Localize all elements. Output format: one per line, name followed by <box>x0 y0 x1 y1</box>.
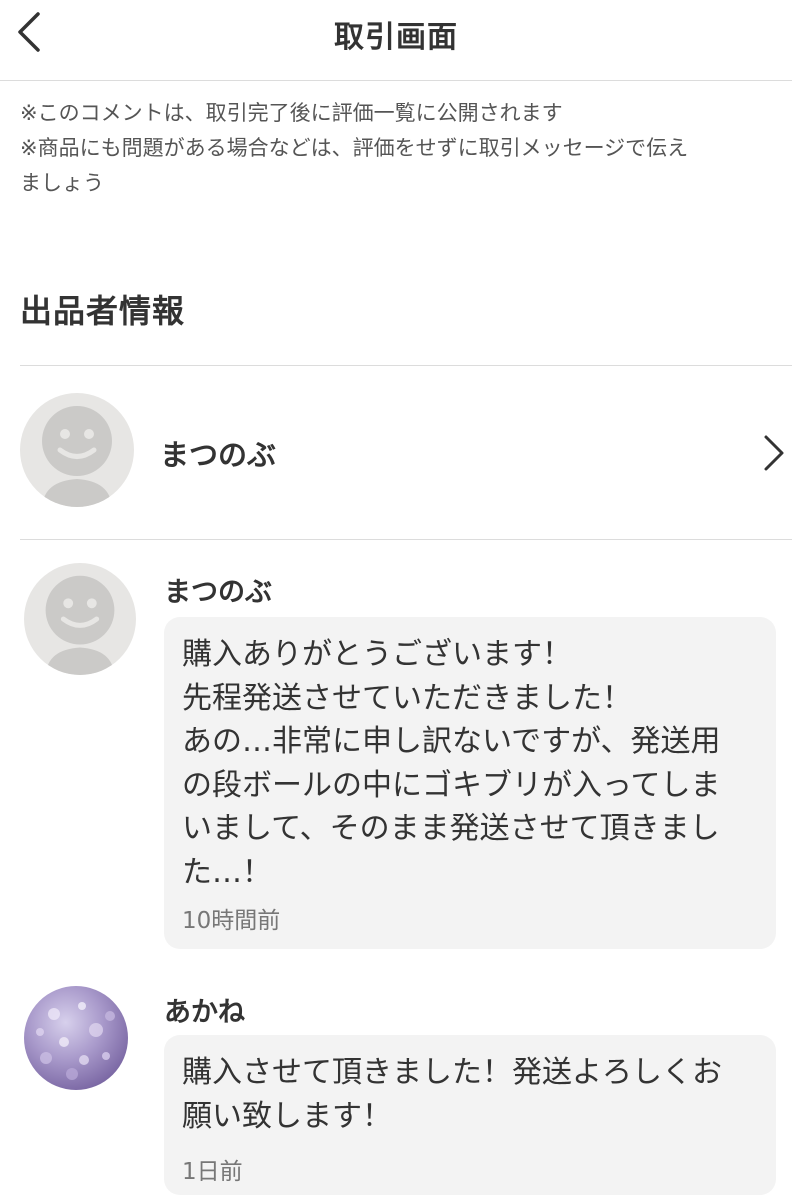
divider <box>20 539 792 540</box>
message-text: 購入させて頂きました！発送よろしくお 願い致します！ <box>182 1051 762 1138</box>
message-sender-name: あかね <box>164 997 245 1028</box>
seller-name: まつのぶ <box>160 438 277 472</box>
default-avatar-icon <box>42 406 112 507</box>
message-bubble: 購入ありがとうございます！ 先程発送させていただきました！ あの…非常に申し訳な… <box>164 617 776 949</box>
message-avatar <box>24 563 136 675</box>
notice-line: ※このコメントは、取引完了後に評価一覧に公開されます <box>20 101 563 125</box>
message-line: 願い致します！ <box>182 1098 392 1134</box>
flower-photo-avatar <box>36 1002 115 1080</box>
chevron-right-icon <box>764 435 784 471</box>
notice-text: ※このコメントは、取引完了後に評価一覧に公開されます ※商品にも問題がある場合な… <box>20 96 792 201</box>
seller-info-heading: 出品者情報 <box>20 292 186 330</box>
page-title: 取引画面 <box>334 20 458 55</box>
message-sender-name: まつのぶ <box>164 577 272 608</box>
message-timestamp: 10時間前 <box>182 908 281 934</box>
message-line: 購入させて頂きました！発送よろしくお <box>182 1055 722 1090</box>
message-bubble: 購入させて頂きました！発送よろしくお 願い致します！ 1日前 <box>164 1035 776 1195</box>
navigation-bar: 取引画面 <box>0 0 792 81</box>
message-line: の段ボールの中にゴキブリが入ってしま <box>182 767 721 803</box>
message-line: た…！ <box>182 854 272 890</box>
message-line: あの…非常に申し訳ないですが、発送用 <box>182 724 721 759</box>
seller-avatar <box>20 393 134 507</box>
message-line: 購入ありがとうございます！ <box>182 637 572 672</box>
message-timestamp: 1日前 <box>182 1159 243 1185</box>
message-line: 先程発送させていただきました！ <box>182 680 632 716</box>
notice-line: ※商品にも問題がある場合などは、評価をせずに取引メッセージで伝え <box>20 136 689 160</box>
default-avatar-icon <box>45 575 115 675</box>
message-line: いまして、そのまま発送させて頂きまし <box>182 811 720 846</box>
notice-line: ましょう <box>20 171 104 195</box>
message-text: 購入ありがとうございます！ 先程発送させていただきました！ あの…非常に申し訳な… <box>182 633 762 894</box>
message-avatar <box>24 986 128 1090</box>
seller-profile-row[interactable]: まつのぶ <box>0 366 792 539</box>
